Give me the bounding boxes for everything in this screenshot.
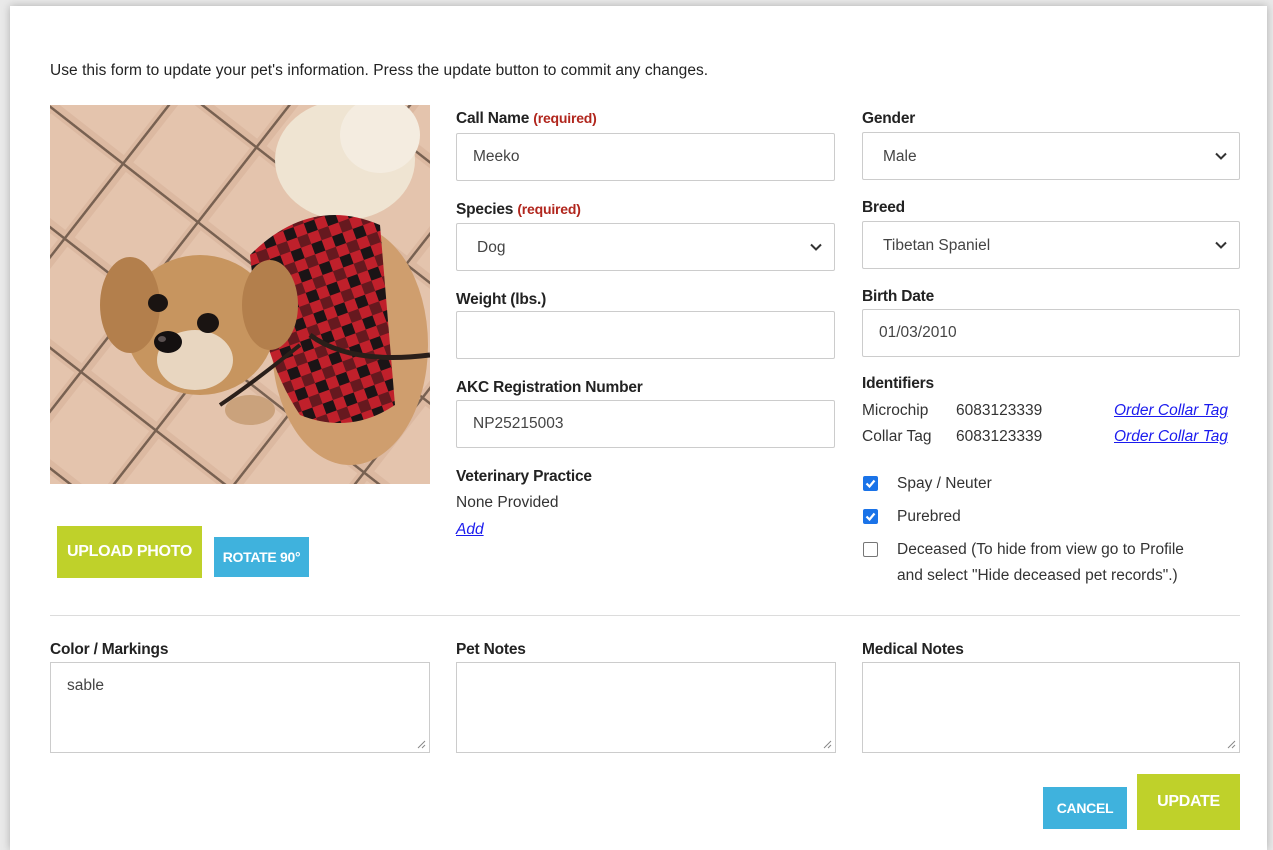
pet-form-card: Use this form to update your pet's infor… [10, 6, 1267, 850]
purebred-label: Purebred [897, 508, 961, 525]
weight-label: Weight (lbs.) [456, 291, 547, 308]
resize-grip-icon[interactable] [822, 739, 832, 749]
gender-label: Gender [862, 110, 916, 127]
chevron-down-icon [810, 243, 822, 251]
breed-select[interactable]: Tibetan Spaniel [862, 221, 1240, 269]
intro-text: Use this form to update your pet's infor… [50, 62, 709, 79]
identifier-number: 6083123339 [956, 402, 1043, 419]
add-vet-link[interactable]: Add [456, 521, 484, 539]
birth-date-label: Birth Date [862, 288, 935, 305]
spay-neuter-checkbox[interactable] [863, 476, 878, 491]
identifiers-label: Identifiers [862, 375, 934, 392]
deceased-label-line2: and select "Hide deceased pet records".) [897, 567, 1178, 584]
resize-grip-icon[interactable] [416, 739, 426, 749]
required-marker: (required) [517, 201, 581, 217]
resize-grip-icon[interactable] [1226, 739, 1236, 749]
species-select[interactable]: Dog [456, 223, 835, 271]
call-name-label: Call Name (required) [456, 110, 597, 128]
pet-notes-textarea[interactable] [456, 662, 836, 753]
color-markings-textarea[interactable]: sable [50, 662, 430, 753]
vet-practice-label: Veterinary Practice [456, 468, 592, 485]
cancel-button[interactable]: CANCEL [1043, 787, 1127, 829]
medical-notes-label: Medical Notes [862, 641, 964, 658]
color-markings-label: Color / Markings [50, 641, 169, 658]
akc-label: AKC Registration Number [456, 379, 643, 396]
call-name-input[interactable] [456, 133, 835, 181]
purebred-checkbox[interactable] [863, 509, 878, 524]
deceased-label-line1: Deceased (To hide from view go to Profil… [897, 541, 1184, 558]
identifier-type: Microchip [862, 402, 929, 419]
gender-value: Male [883, 148, 917, 165]
akc-registration-input[interactable] [456, 400, 835, 448]
color-markings-value: sable [67, 677, 105, 694]
deceased-checkbox[interactable] [863, 542, 878, 557]
identifier-type: Collar Tag [862, 428, 932, 445]
checkmark-icon [865, 512, 876, 522]
identifier-number: 6083123339 [956, 428, 1043, 445]
breed-value: Tibetan Spaniel [883, 237, 991, 254]
species-label-text: Species [456, 201, 514, 218]
required-marker: (required) [533, 110, 597, 126]
chevron-down-icon [1215, 241, 1227, 249]
order-collar-tag-link[interactable]: Order Collar Tag [1114, 402, 1228, 420]
species-value: Dog [477, 239, 506, 256]
pet-photo [50, 105, 430, 484]
weight-input[interactable] [456, 311, 835, 359]
rotate-90-button[interactable]: ROTATE 90° [214, 537, 309, 577]
section-divider [50, 615, 1240, 616]
chevron-down-icon [1215, 152, 1227, 160]
spay-neuter-label: Spay / Neuter [897, 475, 992, 492]
upload-photo-button[interactable]: UPLOAD PHOTO [57, 526, 202, 578]
species-label: Species (required) [456, 201, 581, 219]
medical-notes-textarea[interactable] [862, 662, 1240, 753]
update-button[interactable]: UPDATE [1137, 774, 1240, 830]
call-name-label-text: Call Name [456, 110, 530, 127]
pet-notes-label: Pet Notes [456, 641, 526, 658]
vet-practice-value: None Provided [456, 494, 559, 511]
breed-label: Breed [862, 199, 905, 216]
order-collar-tag-link[interactable]: Order Collar Tag [1114, 428, 1228, 446]
birth-date-input[interactable] [862, 309, 1240, 357]
checkmark-icon [865, 479, 876, 489]
gender-select[interactable]: Male [862, 132, 1240, 180]
